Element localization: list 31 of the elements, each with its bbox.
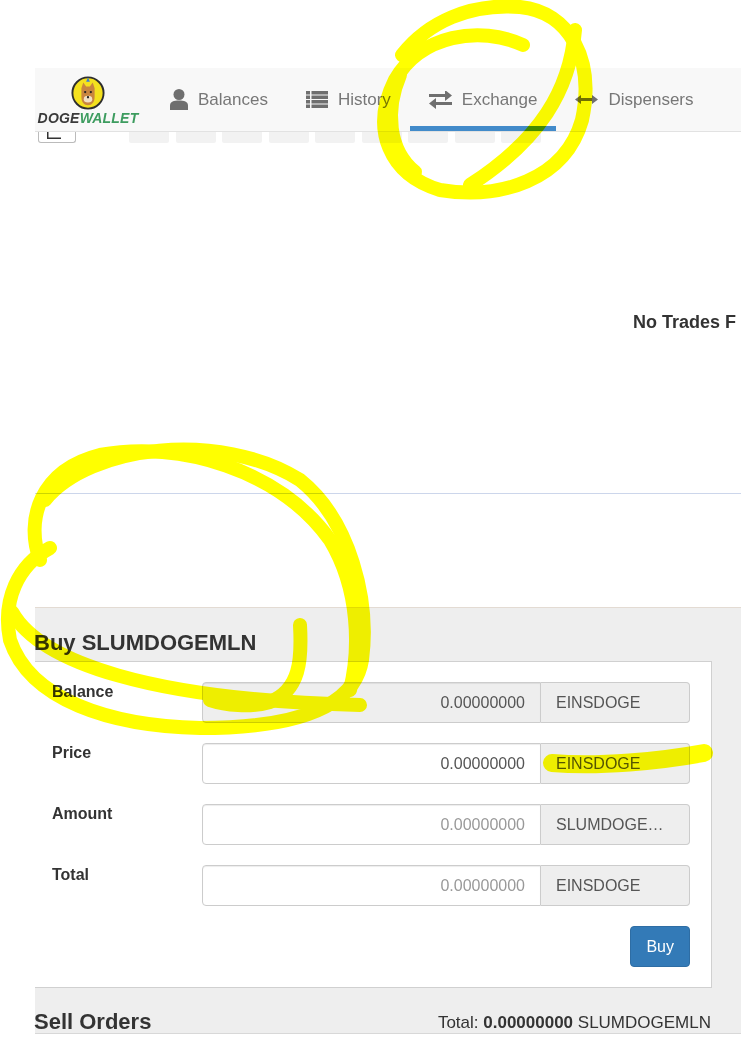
logo-wordmark: DOGEWALLET: [37, 110, 139, 126]
left-right-arrow-icon: [575, 95, 599, 104]
exchange-icon: [428, 90, 452, 109]
chart-message: No Trades F: [633, 311, 737, 333]
field-label: Price: [52, 743, 93, 763]
total-field[interactable]: 0.00000000: [202, 865, 541, 906]
buy-button[interactable]: Buy: [630, 926, 690, 967]
range-button[interactable]: [175, 132, 216, 143]
unit-label: SLUMDOGE…: [541, 804, 690, 845]
range-button[interactable]: [361, 132, 402, 143]
calendar-button[interactable]: [38, 132, 76, 143]
range-button[interactable]: [454, 132, 495, 143]
dog-logo-icon: [71, 76, 105, 110]
range-button[interactable]: [129, 132, 169, 143]
range-button[interactable]: [501, 132, 541, 143]
amount-field[interactable]: 0.00000000: [202, 804, 541, 845]
range-button[interactable]: [315, 132, 355, 143]
field-label: Amount: [52, 804, 114, 824]
range-button[interactable]: [222, 132, 262, 143]
nav-tab[interactable]: Dispensers: [556, 68, 713, 131]
range-button[interactable]: [268, 132, 309, 143]
nav-tab[interactable]: Balances: [151, 68, 287, 131]
orders-total: Total: 0.00000000 SLUMDOGEMLN: [437, 1013, 711, 1033]
unit-label: EINSDOGE: [541, 682, 690, 723]
field-label: Total: [52, 865, 91, 885]
range-button[interactable]: [408, 132, 448, 143]
unit-label: EINSDOGE: [541, 865, 690, 906]
section-heading: Sell Orders: [34, 1011, 152, 1033]
price-field[interactable]: 0.00000000: [202, 743, 541, 784]
user-icon: [170, 89, 188, 110]
list-icon: [305, 91, 328, 108]
